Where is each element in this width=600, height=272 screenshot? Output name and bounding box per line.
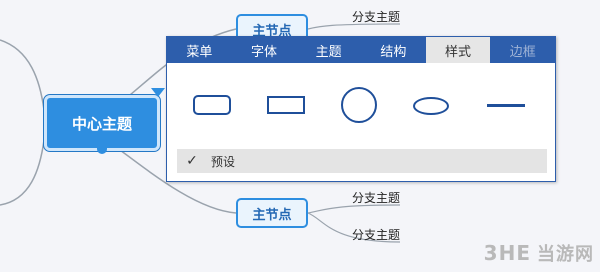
check-icon: ✓ [186,153,198,169]
watermark-logo: 3HE [483,241,531,265]
tab-structure[interactable]: 结构 [361,37,426,63]
ellipse-shape-icon[interactable] [413,97,449,115]
central-topic[interactable]: 中心主题 [44,88,165,154]
panel-tabs: 菜单 字体 主题 结构 样式 边框 [167,37,555,63]
rounded-rectangle-shape-icon[interactable] [193,95,231,115]
central-topic-label: 中心主题 [71,114,132,133]
mindmap-canvas[interactable]: 中心主题 主节点 主节点 分支主题 分支主题 分支主题 菜单 字体 主题 结构 … [0,0,600,272]
main-node-label: 主节点 [252,207,292,223]
watermark-text: 当游网 [537,244,594,265]
line-shape-icon[interactable] [487,104,525,107]
style-panel: 菜单 字体 主题 结构 样式 边框 ✓ 预设 [166,36,556,182]
shape-options [167,63,555,143]
tab-style[interactable]: 样式 [425,37,491,63]
preset-option[interactable]: ✓ 预设 [177,149,547,173]
watermark: 3HE 当游网 [484,240,594,266]
tab-font[interactable]: 字体 [232,37,297,63]
circle-shape-icon[interactable] [341,87,377,123]
sub-topic-2[interactable]: 分支主题 [352,189,400,206]
main-node-bottom[interactable]: 主节点 [236,198,308,228]
rectangle-shape-icon[interactable] [267,96,305,114]
tab-menu[interactable]: 菜单 [167,37,232,63]
preset-label: 预设 [211,154,236,169]
sub-topic-3[interactable]: 分支主题 [352,226,400,243]
tab-theme[interactable]: 主题 [296,37,361,63]
tab-border[interactable]: 边框 [490,37,555,63]
collapse-handle-icon[interactable] [151,88,165,97]
sub-topic-1[interactable]: 分支主题 [352,8,400,25]
